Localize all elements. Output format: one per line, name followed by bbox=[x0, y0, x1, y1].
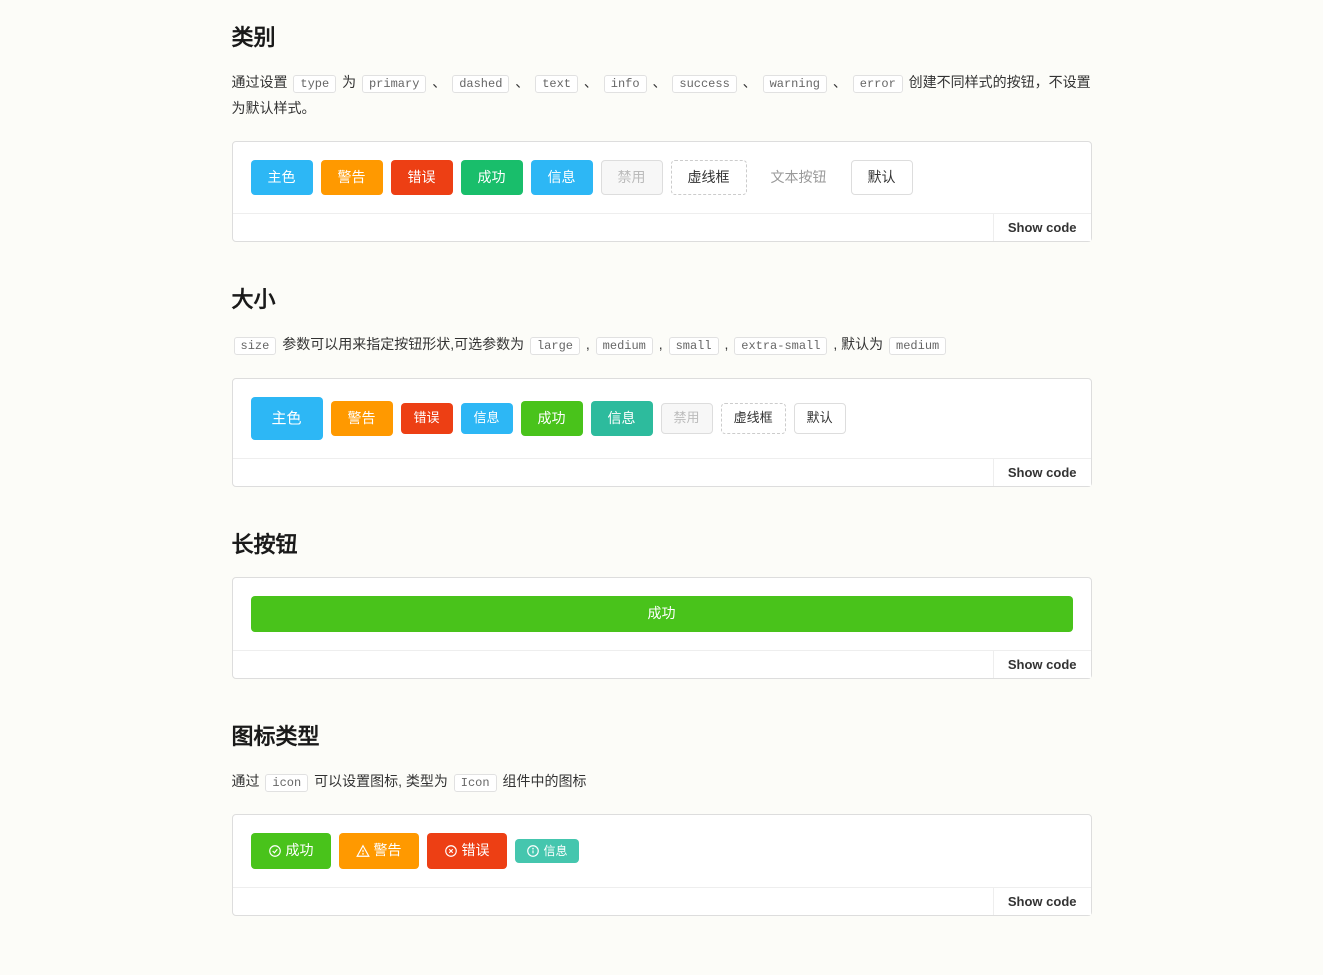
demo-box-type: 主色 警告 错误 成功 信息 禁用 虚线框 文本按钮 默认 Show code bbox=[232, 141, 1092, 243]
button-label: 成功 bbox=[648, 604, 676, 624]
demo-content-type: 主色 警告 错误 成功 信息 禁用 虚线框 文本按钮 默认 bbox=[233, 142, 1091, 214]
demo-button[interactable]: 成功 bbox=[251, 596, 1073, 632]
show-code-button[interactable]: Show code bbox=[993, 459, 1091, 486]
show-code-button[interactable]: Show code bbox=[993, 888, 1091, 915]
check-circle-icon bbox=[268, 844, 282, 858]
section-type: 类别 通过设置 type 为 primary 、 dashed 、 text 、… bbox=[232, 20, 1092, 242]
demo-button[interactable]: 文本按钮 bbox=[755, 161, 843, 195]
section-type-title: 类别 bbox=[232, 20, 1092, 52]
show-code-button[interactable]: Show code bbox=[993, 651, 1091, 678]
section-size: 大小 size 参数可以用来指定按钮形状,可选参数为 large , mediu… bbox=[232, 282, 1092, 487]
show-code-row: Show code bbox=[233, 458, 1091, 486]
code-large: large bbox=[530, 337, 580, 355]
info-circle-icon bbox=[526, 844, 540, 858]
section-icon-title: 图标类型 bbox=[232, 719, 1092, 751]
demo-button[interactable]: 默认 bbox=[851, 160, 913, 196]
demo-button[interactable]: 错误 bbox=[401, 403, 453, 433]
button-label: 禁用 bbox=[618, 168, 646, 188]
code-Icon: Icon bbox=[454, 774, 497, 792]
demo-content-long: 成功 bbox=[233, 578, 1091, 650]
button-label: 禁用 bbox=[674, 409, 700, 427]
button-label: 信息 bbox=[474, 409, 500, 427]
demo-button[interactable]: 成功 bbox=[521, 401, 583, 437]
show-code-button[interactable]: Show code bbox=[993, 214, 1091, 241]
demo-box-icon: 成功 警告 错误 信息 Show code bbox=[232, 814, 1092, 916]
demo-button[interactable]: 错误 bbox=[391, 160, 453, 196]
demo-button[interactable]: 虚线框 bbox=[721, 403, 786, 433]
section-icon-desc: 通过 icon 可以设置图标, 类型为 Icon 组件中的图标 bbox=[232, 769, 1092, 795]
demo-button[interactable]: 禁用 bbox=[601, 160, 663, 196]
code-icon: icon bbox=[265, 774, 308, 792]
demo-button[interactable]: 错误 bbox=[427, 833, 507, 869]
button-label: 信息 bbox=[608, 409, 636, 429]
demo-button[interactable]: 默认 bbox=[794, 403, 846, 433]
code-warning: warning bbox=[763, 75, 827, 93]
button-label: 主色 bbox=[268, 168, 296, 188]
demo-button[interactable]: 警告 bbox=[339, 833, 419, 869]
demo-button[interactable]: 警告 bbox=[331, 401, 393, 437]
demo-button[interactable]: 主色 bbox=[251, 397, 323, 440]
alert-triangle-icon bbox=[356, 844, 370, 858]
show-code-row: Show code bbox=[233, 650, 1091, 678]
button-label: 信息 bbox=[544, 843, 568, 860]
demo-button[interactable]: 主色 bbox=[251, 160, 313, 196]
section-size-desc: size 参数可以用来指定按钮形状,可选参数为 large , medium ,… bbox=[232, 332, 1092, 358]
button-label: 成功 bbox=[538, 409, 566, 429]
button-label: 信息 bbox=[548, 168, 576, 188]
code-small: small bbox=[669, 337, 719, 355]
code-text: text bbox=[535, 75, 578, 93]
show-code-row: Show code bbox=[233, 887, 1091, 915]
code-info: info bbox=[604, 75, 647, 93]
section-long: 长按钮 成功 Show code bbox=[232, 527, 1092, 679]
demo-content-icon: 成功 警告 错误 信息 bbox=[233, 815, 1091, 887]
section-long-title: 长按钮 bbox=[232, 527, 1092, 559]
button-label: 警告 bbox=[374, 841, 402, 861]
code-primary: primary bbox=[362, 75, 426, 93]
button-label: 成功 bbox=[286, 841, 314, 861]
button-label: 成功 bbox=[478, 168, 506, 188]
button-label: 默认 bbox=[868, 168, 896, 188]
demo-button[interactable]: 成功 bbox=[461, 160, 523, 196]
code-error: error bbox=[853, 75, 903, 93]
button-label: 警告 bbox=[338, 168, 366, 188]
button-label: 错误 bbox=[408, 168, 436, 188]
section-icon: 图标类型 通过 icon 可以设置图标, 类型为 Icon 组件中的图标 成功 警… bbox=[232, 719, 1092, 916]
demo-content-size: 主色 警告 错误 信息 成功 信息 禁用 虚线框 默认 bbox=[233, 379, 1091, 458]
button-label: 虚线框 bbox=[734, 409, 773, 427]
code-medium: medium bbox=[596, 337, 653, 355]
demo-button[interactable]: 禁用 bbox=[661, 403, 713, 433]
demo-button[interactable]: 信息 bbox=[515, 839, 579, 864]
demo-button[interactable]: 警告 bbox=[321, 160, 383, 196]
button-label: 文本按钮 bbox=[771, 168, 827, 188]
button-label: 警告 bbox=[348, 409, 376, 429]
show-code-row: Show code bbox=[233, 213, 1091, 241]
code-extra-small: extra-small bbox=[734, 337, 827, 355]
button-label: 虚线框 bbox=[688, 168, 730, 188]
demo-box-long: 成功 Show code bbox=[232, 577, 1092, 679]
demo-button[interactable]: 信息 bbox=[531, 160, 593, 196]
demo-button[interactable]: 信息 bbox=[591, 401, 653, 437]
code-medium2: medium bbox=[889, 337, 946, 355]
button-label: 错误 bbox=[414, 409, 440, 427]
section-type-desc: 通过设置 type 为 primary 、 dashed 、 text 、 in… bbox=[232, 70, 1092, 121]
code-type: type bbox=[293, 75, 336, 93]
demo-button[interactable]: 虚线框 bbox=[671, 160, 747, 196]
x-circle-icon bbox=[444, 844, 458, 858]
button-label: 错误 bbox=[462, 841, 490, 861]
demo-button[interactable]: 成功 bbox=[251, 833, 331, 869]
code-success: success bbox=[672, 75, 736, 93]
button-label: 默认 bbox=[807, 409, 833, 427]
code-size: size bbox=[234, 337, 277, 355]
code-dashed: dashed bbox=[452, 75, 509, 93]
button-label: 主色 bbox=[272, 408, 302, 429]
section-size-title: 大小 bbox=[232, 282, 1092, 314]
demo-box-size: 主色 警告 错误 信息 成功 信息 禁用 虚线框 默认 Show code bbox=[232, 378, 1092, 487]
demo-button[interactable]: 信息 bbox=[461, 403, 513, 433]
